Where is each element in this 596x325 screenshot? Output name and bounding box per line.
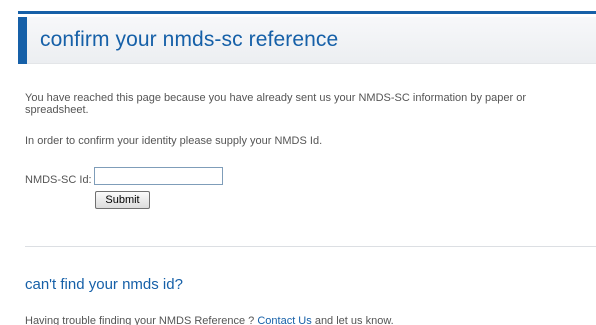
intro-paragraph: You have reached this page because you h…	[25, 92, 526, 116]
identity-instruction: In order to confirm your identity please…	[25, 135, 323, 147]
page: confirm your nmds-sc reference You have …	[0, 0, 596, 325]
page-header: confirm your nmds-sc reference	[18, 17, 596, 64]
help-paragraph: Having trouble finding your NMDS Referen…	[25, 315, 394, 325]
contact-us-link[interactable]: Contact Us	[257, 315, 311, 325]
section-divider	[25, 246, 596, 247]
help-text-after: and let us know.	[311, 315, 394, 325]
help-text-before: Having trouble finding your NMDS Referen…	[25, 315, 258, 325]
help-heading: can't find your nmds id?	[25, 276, 183, 293]
nmds-id-input[interactable]	[94, 167, 223, 185]
submit-button[interactable]: Submit	[95, 191, 150, 209]
nmds-id-label: NMDS-SC Id:	[25, 174, 92, 186]
header-accent-bar	[18, 17, 27, 64]
page-title: confirm your nmds-sc reference	[40, 28, 339, 51]
top-accent-rule	[18, 11, 596, 14]
